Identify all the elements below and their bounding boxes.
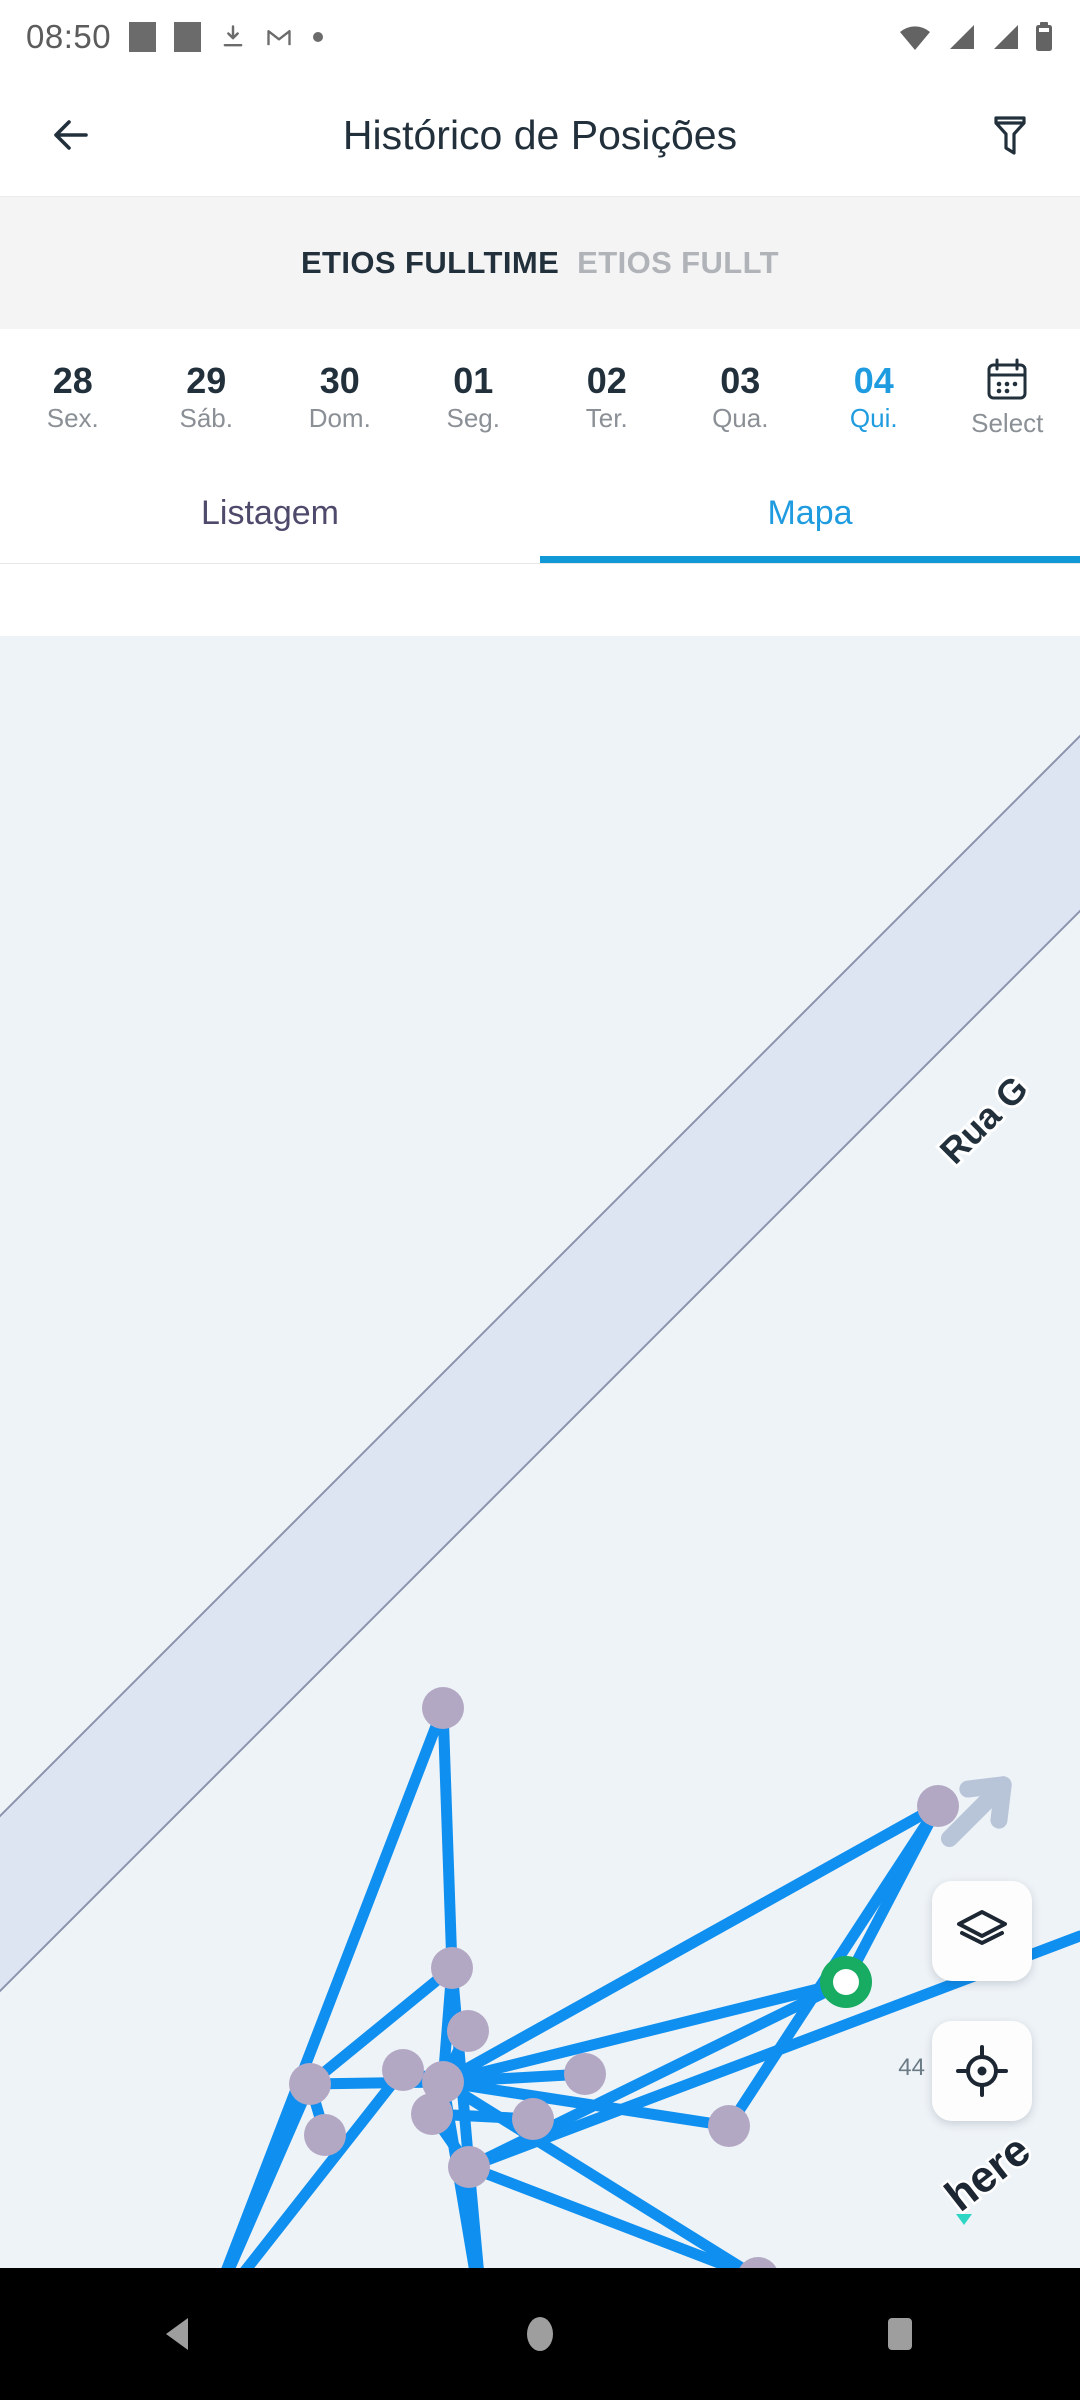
status-bar-right bbox=[898, 0, 1054, 74]
nav-back-icon bbox=[166, 2318, 188, 2350]
date-cell-29[interactable]: 29 Sáb. bbox=[140, 359, 274, 433]
date-cell-01[interactable]: 01 Seg. bbox=[407, 359, 541, 433]
map-view[interactable]: Rua G 44 here bbox=[0, 636, 1080, 2268]
date-cell-28[interactable]: 28 Sex. bbox=[6, 359, 140, 433]
date-weekday: Sex. bbox=[46, 402, 99, 433]
nav-home-button[interactable] bbox=[460, 2268, 620, 2400]
notification-square-icon bbox=[174, 22, 202, 52]
dot-icon bbox=[313, 32, 324, 42]
tab-listagem[interactable]: Listagem bbox=[0, 464, 540, 563]
wifi-icon bbox=[900, 26, 930, 50]
position-dot bbox=[382, 2049, 424, 2091]
svg-text:here: here bbox=[936, 2136, 1039, 2221]
date-picker-label: Select bbox=[971, 408, 1044, 438]
date-cell-02[interactable]: 02 Ter. bbox=[540, 359, 674, 433]
view-tabs: Listagem Mapa bbox=[0, 464, 1080, 564]
street-label: Rua G bbox=[929, 1065, 1039, 1175]
filter-button[interactable] bbox=[974, 99, 1046, 171]
nav-home-icon bbox=[527, 2317, 553, 2351]
date-weekday: Seg. bbox=[446, 402, 501, 433]
date-number: 02 bbox=[586, 359, 627, 401]
tab-mapa[interactable]: Mapa bbox=[540, 464, 1080, 563]
position-dot bbox=[448, 2146, 490, 2188]
position-dot bbox=[512, 2098, 554, 2140]
position-dot bbox=[917, 1785, 959, 1827]
position-dot bbox=[422, 1687, 464, 1729]
map-layers-button[interactable] bbox=[932, 1881, 1032, 1981]
date-selector: 28 Sex. 29 Sáb. 30 Dom. 01 Seg. 02 Ter. … bbox=[0, 329, 1080, 464]
battery-icon bbox=[1036, 22, 1052, 51]
date-number: 28 bbox=[52, 359, 93, 401]
position-dot bbox=[447, 2010, 489, 2052]
date-picker-button[interactable]: Select bbox=[941, 357, 1075, 436]
nav-recents-button[interactable] bbox=[820, 2268, 980, 2400]
position-dot bbox=[411, 2093, 453, 2135]
back-arrow-icon bbox=[54, 120, 88, 150]
map-canvas: Rua G bbox=[0, 734, 1080, 2268]
date-number: 30 bbox=[319, 359, 360, 401]
download-icon bbox=[223, 25, 243, 47]
position-dot bbox=[564, 2053, 606, 2095]
start-point-marker[interactable] bbox=[820, 1956, 872, 2008]
date-number: 03 bbox=[720, 359, 761, 401]
date-weekday: Sáb. bbox=[179, 402, 234, 433]
date-number: 01 bbox=[453, 359, 494, 401]
map-scale-indicator: 44 bbox=[898, 2054, 925, 2081]
back-button[interactable] bbox=[34, 99, 106, 171]
date-weekday: Dom. bbox=[308, 402, 371, 433]
status-bar-left: 08:50 bbox=[26, 18, 325, 56]
map-layers-icon bbox=[957, 1910, 1007, 1945]
filter-funnel-icon bbox=[994, 116, 1026, 155]
nav-recents-icon bbox=[888, 2318, 912, 2350]
android-nav-bar bbox=[0, 2268, 1080, 2400]
date-cell-03[interactable]: 03 Qua. bbox=[674, 359, 808, 433]
signal-icon bbox=[994, 25, 1018, 49]
status-clock: 08:50 bbox=[26, 18, 112, 55]
vehicle-selector: ETIOS FULLTIME ETIOS FULLT bbox=[0, 196, 1080, 329]
date-weekday: Qua. bbox=[712, 402, 769, 433]
date-weekday: Ter. bbox=[585, 402, 628, 433]
page-title: Histórico de Posições bbox=[342, 111, 738, 158]
date-cell-04-selected[interactable]: 04 Qui. bbox=[807, 359, 941, 433]
date-number: 04 bbox=[853, 359, 894, 401]
vehicle-chip-active[interactable]: ETIOS FULLTIME bbox=[301, 245, 559, 281]
my-location-button[interactable] bbox=[932, 2021, 1032, 2121]
status-bar: 08:50 bbox=[0, 0, 1080, 74]
signal-icon bbox=[950, 25, 974, 49]
vehicle-chip-inactive[interactable]: ETIOS FULLT bbox=[577, 245, 779, 281]
calendar-icon bbox=[987, 358, 1027, 400]
app-bar: Histórico de Posições bbox=[0, 74, 1080, 196]
gmail-icon bbox=[267, 30, 291, 46]
date-number: 29 bbox=[186, 359, 227, 401]
position-dot bbox=[431, 1947, 473, 1989]
nav-back-button[interactable] bbox=[100, 2268, 260, 2400]
date-cell-30[interactable]: 30 Dom. bbox=[273, 359, 407, 433]
my-location-icon bbox=[956, 2045, 1008, 2097]
notification-square-icon bbox=[129, 22, 157, 52]
svg-text:Rua G: Rua G bbox=[932, 1068, 1036, 1172]
date-weekday: Qui. bbox=[849, 402, 898, 433]
here-attribution-logo: here bbox=[934, 2136, 1042, 2225]
position-dot bbox=[708, 2105, 750, 2147]
position-dot bbox=[304, 2114, 346, 2156]
position-dot bbox=[289, 2063, 331, 2105]
